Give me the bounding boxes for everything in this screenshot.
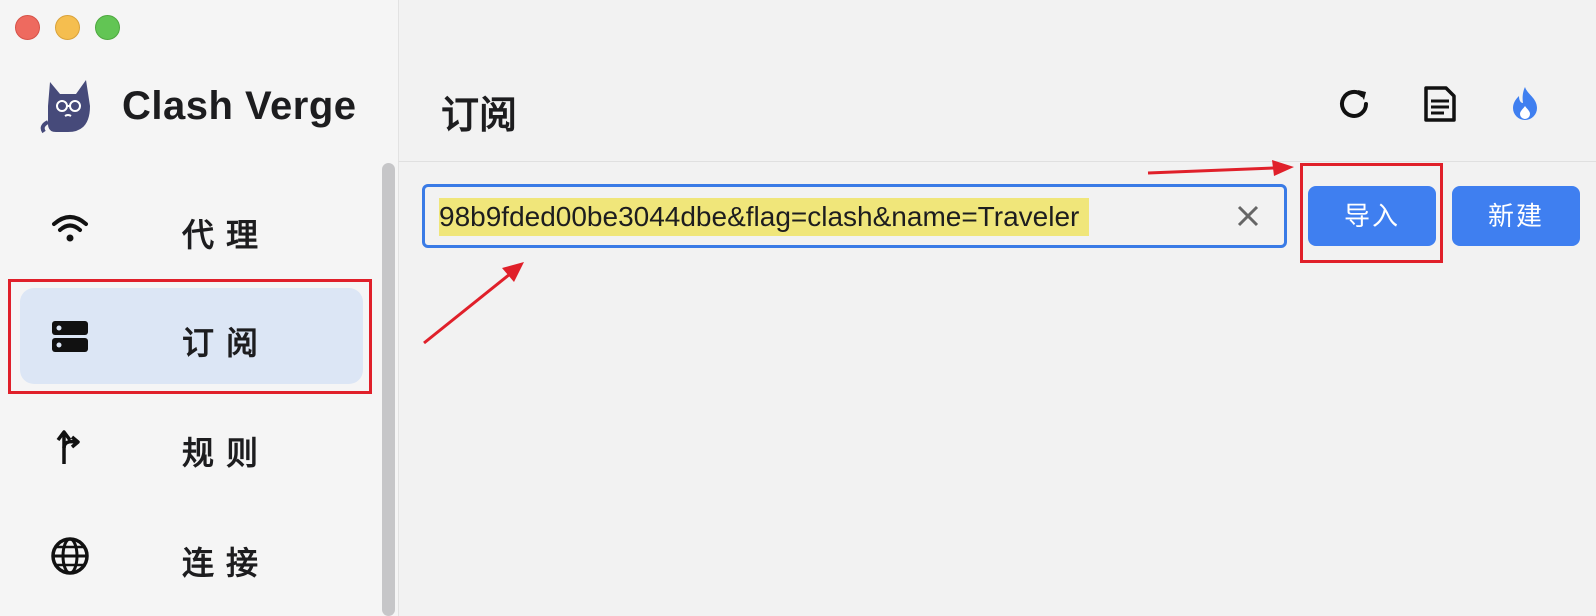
- clear-input-icon[interactable]: [1235, 203, 1261, 229]
- sidebar-item-label: 规则: [182, 435, 271, 471]
- sidebar-item-label: 连接: [182, 545, 271, 581]
- header-divider: [398, 161, 1596, 162]
- subscription-url-input[interactable]: 98b9fded00be3044dbe&flag=clash&name=Trav…: [422, 184, 1287, 248]
- sidebar-item-label: 代理: [182, 217, 271, 253]
- fork-arrow-icon: [56, 430, 80, 464]
- app-brand: Clash Verge: [122, 84, 357, 128]
- new-button[interactable]: 新建: [1452, 186, 1580, 246]
- refresh-icon[interactable]: [1334, 84, 1374, 124]
- sidebar-item-connections[interactable]: 连接: [20, 508, 363, 604]
- url-input-value: 98b9fded00be3044dbe&flag=clash&name=Trav…: [439, 198, 1090, 236]
- globe-icon: [51, 537, 89, 575]
- maximize-window-button[interactable]: [95, 15, 120, 40]
- wifi-icon: [52, 215, 88, 242]
- sidebar-item-proxy[interactable]: 代理: [20, 180, 363, 276]
- sidebar-item-rules[interactable]: 规则: [20, 398, 363, 494]
- minimize-window-button[interactable]: [55, 15, 80, 40]
- document-icon[interactable]: [1419, 84, 1459, 124]
- page-title: 订阅: [441, 95, 518, 137]
- annotation-highlight-box: [1300, 163, 1443, 263]
- cat-logo-icon: [40, 80, 90, 134]
- close-window-button[interactable]: [15, 15, 40, 40]
- flame-icon[interactable]: [1505, 84, 1545, 124]
- annotation-highlight-box: [8, 279, 372, 394]
- sidebar-scrollbar[interactable]: [382, 163, 395, 616]
